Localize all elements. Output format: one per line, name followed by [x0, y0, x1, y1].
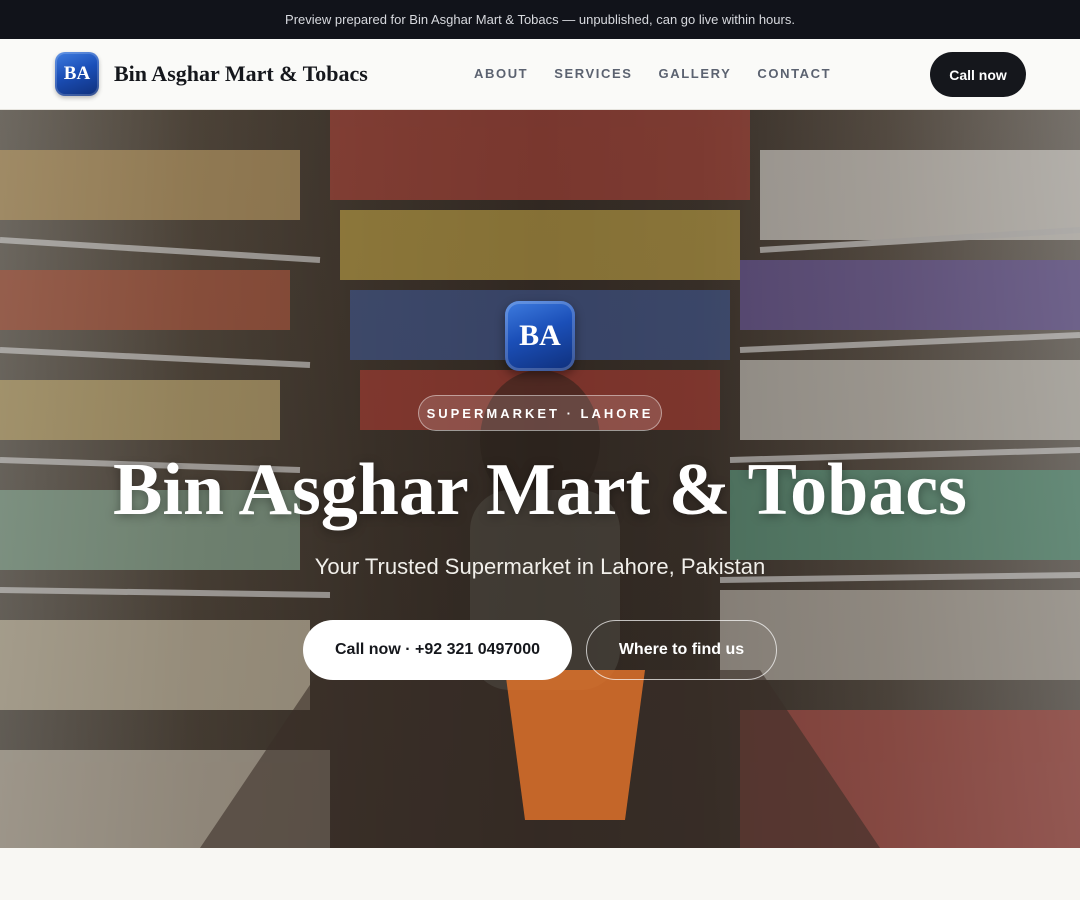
preview-banner: Preview prepared for Bin Asghar Mart & T… [0, 0, 1080, 39]
nav-link-contact[interactable]: CONTACT [757, 66, 831, 81]
brand-logo-initials: BA [63, 63, 91, 84]
nav-link-about[interactable]: ABOUT [474, 66, 528, 81]
call-now-button[interactable]: Call now · +92 321 0497000 [303, 620, 572, 680]
site-header: BA Bin Asghar Mart & Tobacs ABOUT SERVIC… [0, 39, 1080, 110]
header-call-button[interactable]: Call now [930, 52, 1026, 97]
hero-section: BA SUPERMARKET · LAHORE Bin Asghar Mart … [0, 110, 1080, 848]
category-badge: SUPERMARKET · LAHORE [418, 395, 662, 431]
preview-banner-text: Preview prepared for Bin Asghar Mart & T… [285, 12, 795, 27]
nav-link-services[interactable]: SERVICES [554, 66, 632, 81]
nav-link-gallery[interactable]: GALLERY [659, 66, 732, 81]
find-us-button[interactable]: Where to find us [586, 620, 777, 680]
main-nav: ABOUT SERVICES GALLERY CONTACT [474, 66, 831, 81]
brand-name[interactable]: Bin Asghar Mart & Tobacs [114, 61, 368, 87]
hero-title: Bin Asghar Mart & Tobacs [113, 449, 967, 531]
next-section [0, 848, 1080, 900]
hero-logo-icon: BA [505, 301, 575, 371]
hero-logo-initials: BA [519, 319, 561, 352]
brand-logo-icon[interactable]: BA [55, 52, 99, 96]
hero-subtitle: Your Trusted Supermarket in Lahore, Paki… [314, 554, 766, 579]
